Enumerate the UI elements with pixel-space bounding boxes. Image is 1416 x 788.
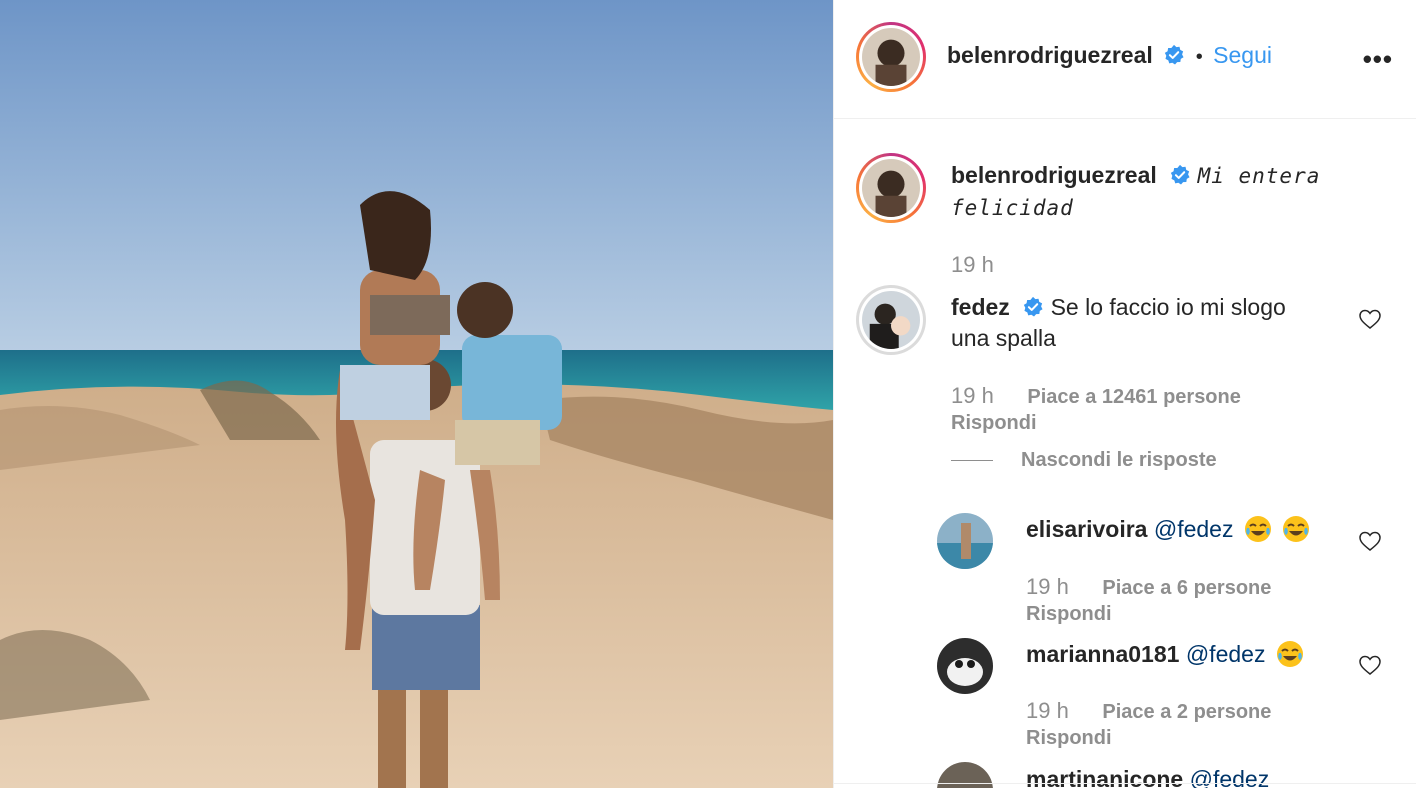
caption-meta: 19 h: [951, 252, 1022, 278]
reply-username[interactable]: elisarivoira: [1026, 516, 1147, 542]
reply-marianna0181: marianna0181 @fedez: [1026, 639, 1366, 670]
reply-username[interactable]: marianna0181: [1026, 641, 1179, 667]
reply-elisarivoira: elisarivoira @fedez: [1026, 514, 1366, 545]
heart-outline-icon[interactable]: [1358, 653, 1382, 677]
verified-badge-icon: [1171, 164, 1190, 185]
tears-of-joy-emoji-icon: [1244, 516, 1271, 542]
comment-username[interactable]: fedez: [951, 294, 1010, 320]
post-photo[interactable]: [0, 0, 833, 788]
caption-time[interactable]: 19 h: [951, 252, 994, 277]
caption-text-line1: Mi entera: [1197, 164, 1321, 188]
author-avatar[interactable]: [856, 22, 926, 92]
reply-button[interactable]: Rispondi: [1026, 727, 1112, 750]
post-details-panel: belenrodriguezreal • Segui ••• belenrodr…: [833, 0, 1416, 788]
reply-partial: martinanicone @fedez: [1026, 764, 1366, 788]
separator-dot: •: [1195, 46, 1203, 68]
caption-avatar[interactable]: [856, 153, 926, 223]
verified-badge-icon: [1024, 296, 1043, 317]
reply-meta: 19 h Piace a 6 persone: [1026, 574, 1271, 600]
reply-button[interactable]: Rispondi: [951, 412, 1037, 435]
comment-text-line2: una spalla: [951, 325, 1056, 351]
comment-text-line1: Se lo faccio io mi slogo: [1050, 294, 1286, 320]
follow-button[interactable]: Segui: [1213, 42, 1272, 68]
hide-replies-button[interactable]: Nascondi le risposte: [951, 449, 1217, 472]
comment-fedez: fedez Se lo faccio io mi slogo una spall…: [951, 292, 1371, 354]
reply-avatar-elisarivoira[interactable]: [937, 513, 993, 569]
reply-avatar-partial[interactable]: [937, 762, 993, 788]
heart-outline-icon[interactable]: [1358, 529, 1382, 553]
reply-mention[interactable]: @fedez: [1186, 641, 1266, 667]
reply-time[interactable]: 19 h: [1026, 698, 1069, 723]
more-options-icon[interactable]: •••: [1363, 44, 1393, 75]
tears-of-joy-emoji-icon: [1283, 516, 1310, 542]
caption-username[interactable]: belenrodriguezreal: [951, 162, 1157, 188]
comment-likes[interactable]: Piace a 12461 persone: [1027, 386, 1240, 408]
caption-text-line2: felicidad: [951, 196, 1074, 220]
verified-badge-icon: [1165, 44, 1184, 65]
post-header: belenrodriguezreal • Segui •••: [834, 0, 1416, 119]
hide-replies-label: Nascondi le risposte: [1021, 449, 1217, 471]
reply-mention[interactable]: @fedez: [1154, 516, 1234, 542]
comment-time[interactable]: 19 h: [951, 383, 994, 408]
reply-likes[interactable]: Piace a 6 persone: [1102, 577, 1271, 599]
heart-outline-icon[interactable]: [1358, 307, 1382, 331]
caption: belenrodriguezreal Mi entera felicidad: [951, 160, 1371, 224]
author-username[interactable]: belenrodriguezreal: [947, 42, 1153, 68]
reply-button[interactable]: Rispondi: [1026, 603, 1112, 626]
tears-of-joy-emoji-icon: [1276, 641, 1303, 667]
beach-family-photo: [0, 0, 833, 788]
comment-meta: 19 h Piace a 12461 persone: [951, 383, 1241, 409]
reply-meta: 19 h Piace a 2 persone: [1026, 698, 1271, 724]
comment-avatar-fedez[interactable]: [856, 285, 926, 355]
reply-avatar-marianna0181[interactable]: [937, 638, 993, 694]
replies-divider-line: [951, 460, 993, 462]
reply-mention[interactable]: @fedez: [1190, 766, 1270, 788]
reply-username[interactable]: martinanicone: [1026, 766, 1183, 788]
panel-bottom-divider: [834, 783, 1416, 784]
reply-time[interactable]: 19 h: [1026, 574, 1069, 599]
reply-likes[interactable]: Piace a 2 persone: [1102, 701, 1271, 723]
